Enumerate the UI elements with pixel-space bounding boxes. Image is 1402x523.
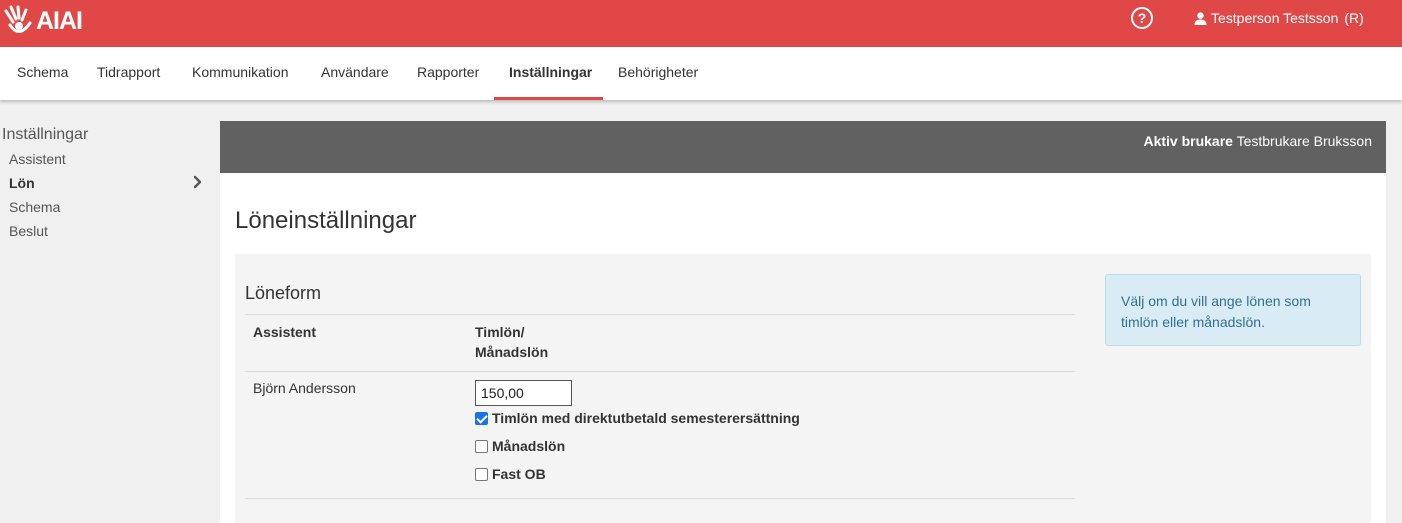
option-hourly-vacation[interactable]: Timlön med direktutbetald semesterersätt… <box>475 410 800 426</box>
nav-tab-anvandare[interactable]: Användare <box>321 47 389 100</box>
main-content: Löneinställningar Löneform Assistent Tim… <box>220 173 1386 523</box>
sidebar-item-lon[interactable]: Lön <box>9 175 35 191</box>
checkbox-checked[interactable] <box>475 411 488 425</box>
page-title: Löneinställningar <box>235 207 417 234</box>
nav-tab-schema[interactable]: Schema <box>17 47 68 100</box>
divider <box>245 314 1075 315</box>
nav-tab-installningar[interactable]: Inställningar <box>509 47 592 100</box>
nav-tab-tidrapport[interactable]: Tidrapport <box>97 47 160 100</box>
column-header-wage-line2: Månadslön <box>475 344 549 360</box>
main-nav: Schema Tidrapport Kommunikation Användar… <box>0 47 1402 100</box>
info-box: Välj om du vill ange lönen som timlön el… <box>1105 274 1361 346</box>
active-user-name: Testbrukare Bruksson <box>1236 133 1372 149</box>
column-header-wage-line1: Timlön/ <box>475 324 525 340</box>
logo-text: AIAI <box>36 6 83 35</box>
checkbox[interactable] <box>475 439 488 453</box>
user-name: Testperson Testsson <box>1211 10 1339 26</box>
divider <box>245 498 1075 499</box>
column-header-wage: Timlön/ Månadslön <box>475 322 548 362</box>
top-bar: AIAI ? Testperson Testsson (R) <box>0 0 1402 47</box>
wage-settings-panel: Löneform Assistent Timlön/ Månadslön Bjö… <box>235 254 1371 523</box>
logo[interactable]: AIAI <box>2 5 83 37</box>
sidebar-title: Inställningar <box>2 126 89 143</box>
nav-tab-rapporter[interactable]: Rapporter <box>417 47 479 100</box>
user-role: (R) <box>1344 10 1364 26</box>
option-fixed-ob[interactable]: Fast OB <box>475 466 546 482</box>
option-monthly[interactable]: Månadslön <box>475 438 565 454</box>
user-icon <box>1194 11 1207 25</box>
logo-hand-icon <box>4 5 32 33</box>
active-user-label: Aktiv brukare <box>1143 133 1233 149</box>
chevron-right-icon <box>193 175 202 189</box>
user-menu[interactable]: Testperson Testsson (R) <box>1194 10 1364 26</box>
nav-tab-behorigheter[interactable]: Behörigheter <box>618 47 698 100</box>
help-icon[interactable]: ? <box>1131 7 1153 29</box>
active-user-bar: Aktiv brukare Testbrukare Bruksson <box>220 121 1386 173</box>
sidebar-item-beslut[interactable]: Beslut <box>9 223 48 239</box>
section-title: Löneform <box>245 283 322 303</box>
checkbox-label: Månadslön <box>492 438 566 454</box>
divider <box>245 371 1075 372</box>
assistant-name: Björn Andersson <box>253 380 356 396</box>
sidebar-item-assistent[interactable]: Assistent <box>9 151 66 167</box>
checkbox[interactable] <box>475 467 488 481</box>
column-header-assistent: Assistent <box>253 324 317 340</box>
active-tab-indicator <box>494 97 603 100</box>
wage-amount-input[interactable] <box>475 380 572 406</box>
sidebar-item-schema[interactable]: Schema <box>9 199 60 215</box>
checkbox-label: Fast OB <box>492 466 546 482</box>
checkbox-label: Timlön med direktutbetald semesterersätt… <box>492 410 800 426</box>
nav-tab-kommunikation[interactable]: Kommunikation <box>192 47 289 100</box>
